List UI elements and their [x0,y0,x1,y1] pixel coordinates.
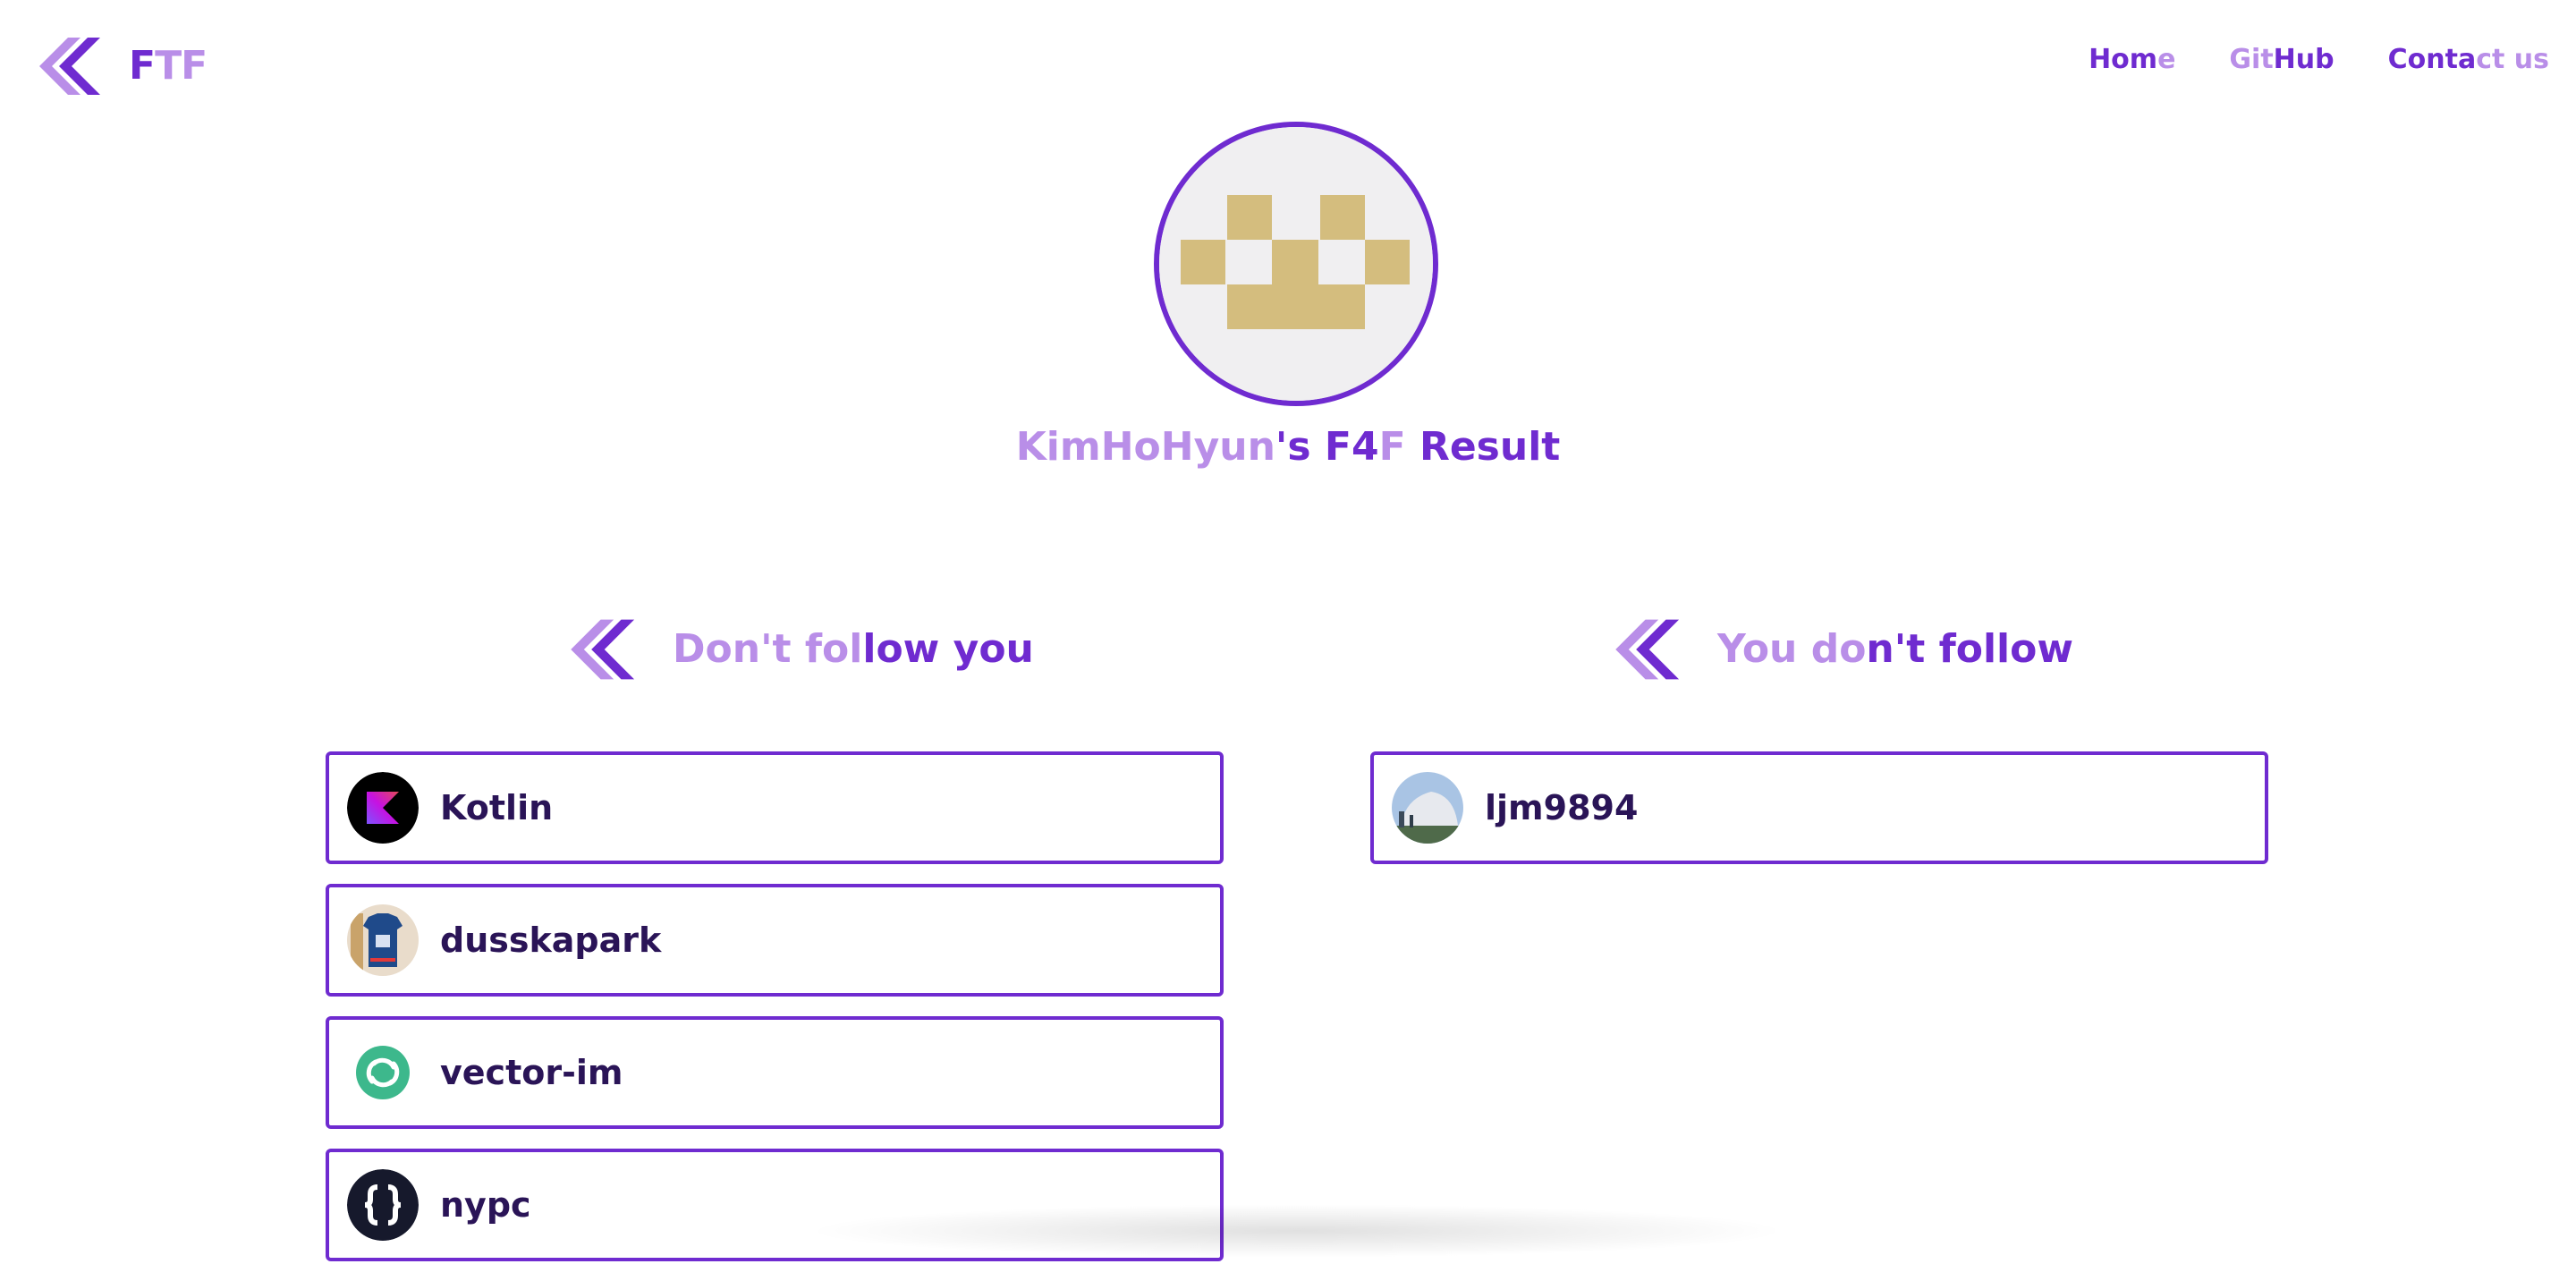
user-name: nypc [440,1185,531,1225]
user-name: ljm9894 [1485,788,1639,827]
identicon-avatar [1159,127,1433,401]
jersey-photo-icon [347,904,419,976]
user-card-vector-im[interactable]: vector-im [326,1016,1224,1129]
user-card-nypc[interactable]: nypc [326,1149,1224,1261]
dont-follow-you-list: Kotlin dusskapark vector-im nypc [326,751,1224,1281]
nav-home-link[interactable]: Home [2089,47,2175,73]
logo-text-part: TF [155,43,208,89]
nav-github-link[interactable]: GitHub [2229,47,2334,73]
user-name: Kotlin [440,788,554,827]
you-dont-follow-title: You don't follow [1717,626,2073,672]
ftf-diamond-logo-icon [39,38,100,95]
element-logo-icon [347,1037,419,1108]
result-title: KimHoHyun's F4F Result [1015,424,1561,470]
logo-text: FTF [129,47,208,86]
user-name: dusskapark [440,920,662,960]
logo-text-part: F [129,43,156,89]
profile-avatar [1154,122,1438,406]
user-card-ljm9894[interactable]: ljm9894 [1370,751,2268,864]
dont-follow-you-title: Don't follow you [673,626,1034,672]
main-nav: Home GitHub Contact us [2089,47,2549,73]
ftf-diamond-logo-icon [1615,619,1680,680]
nav-contact-link[interactable]: Contact us [2388,47,2549,73]
user-card-kotlin[interactable]: Kotlin [326,751,1224,864]
dome-photo-icon [1392,772,1463,844]
ftf-diamond-logo-icon [571,619,635,680]
braces-logo-icon [347,1169,419,1241]
kotlin-logo-icon [347,772,419,844]
user-name: vector-im [440,1053,623,1092]
you-dont-follow-heading: You don't follow [1610,614,2073,685]
you-dont-follow-list: ljm9894 [1370,751,2268,884]
dont-follow-you-heading: Don't follow you [565,614,1034,685]
user-card-dusskapark[interactable]: dusskapark [326,884,1224,997]
home-logo-link[interactable]: FTF [34,32,208,100]
